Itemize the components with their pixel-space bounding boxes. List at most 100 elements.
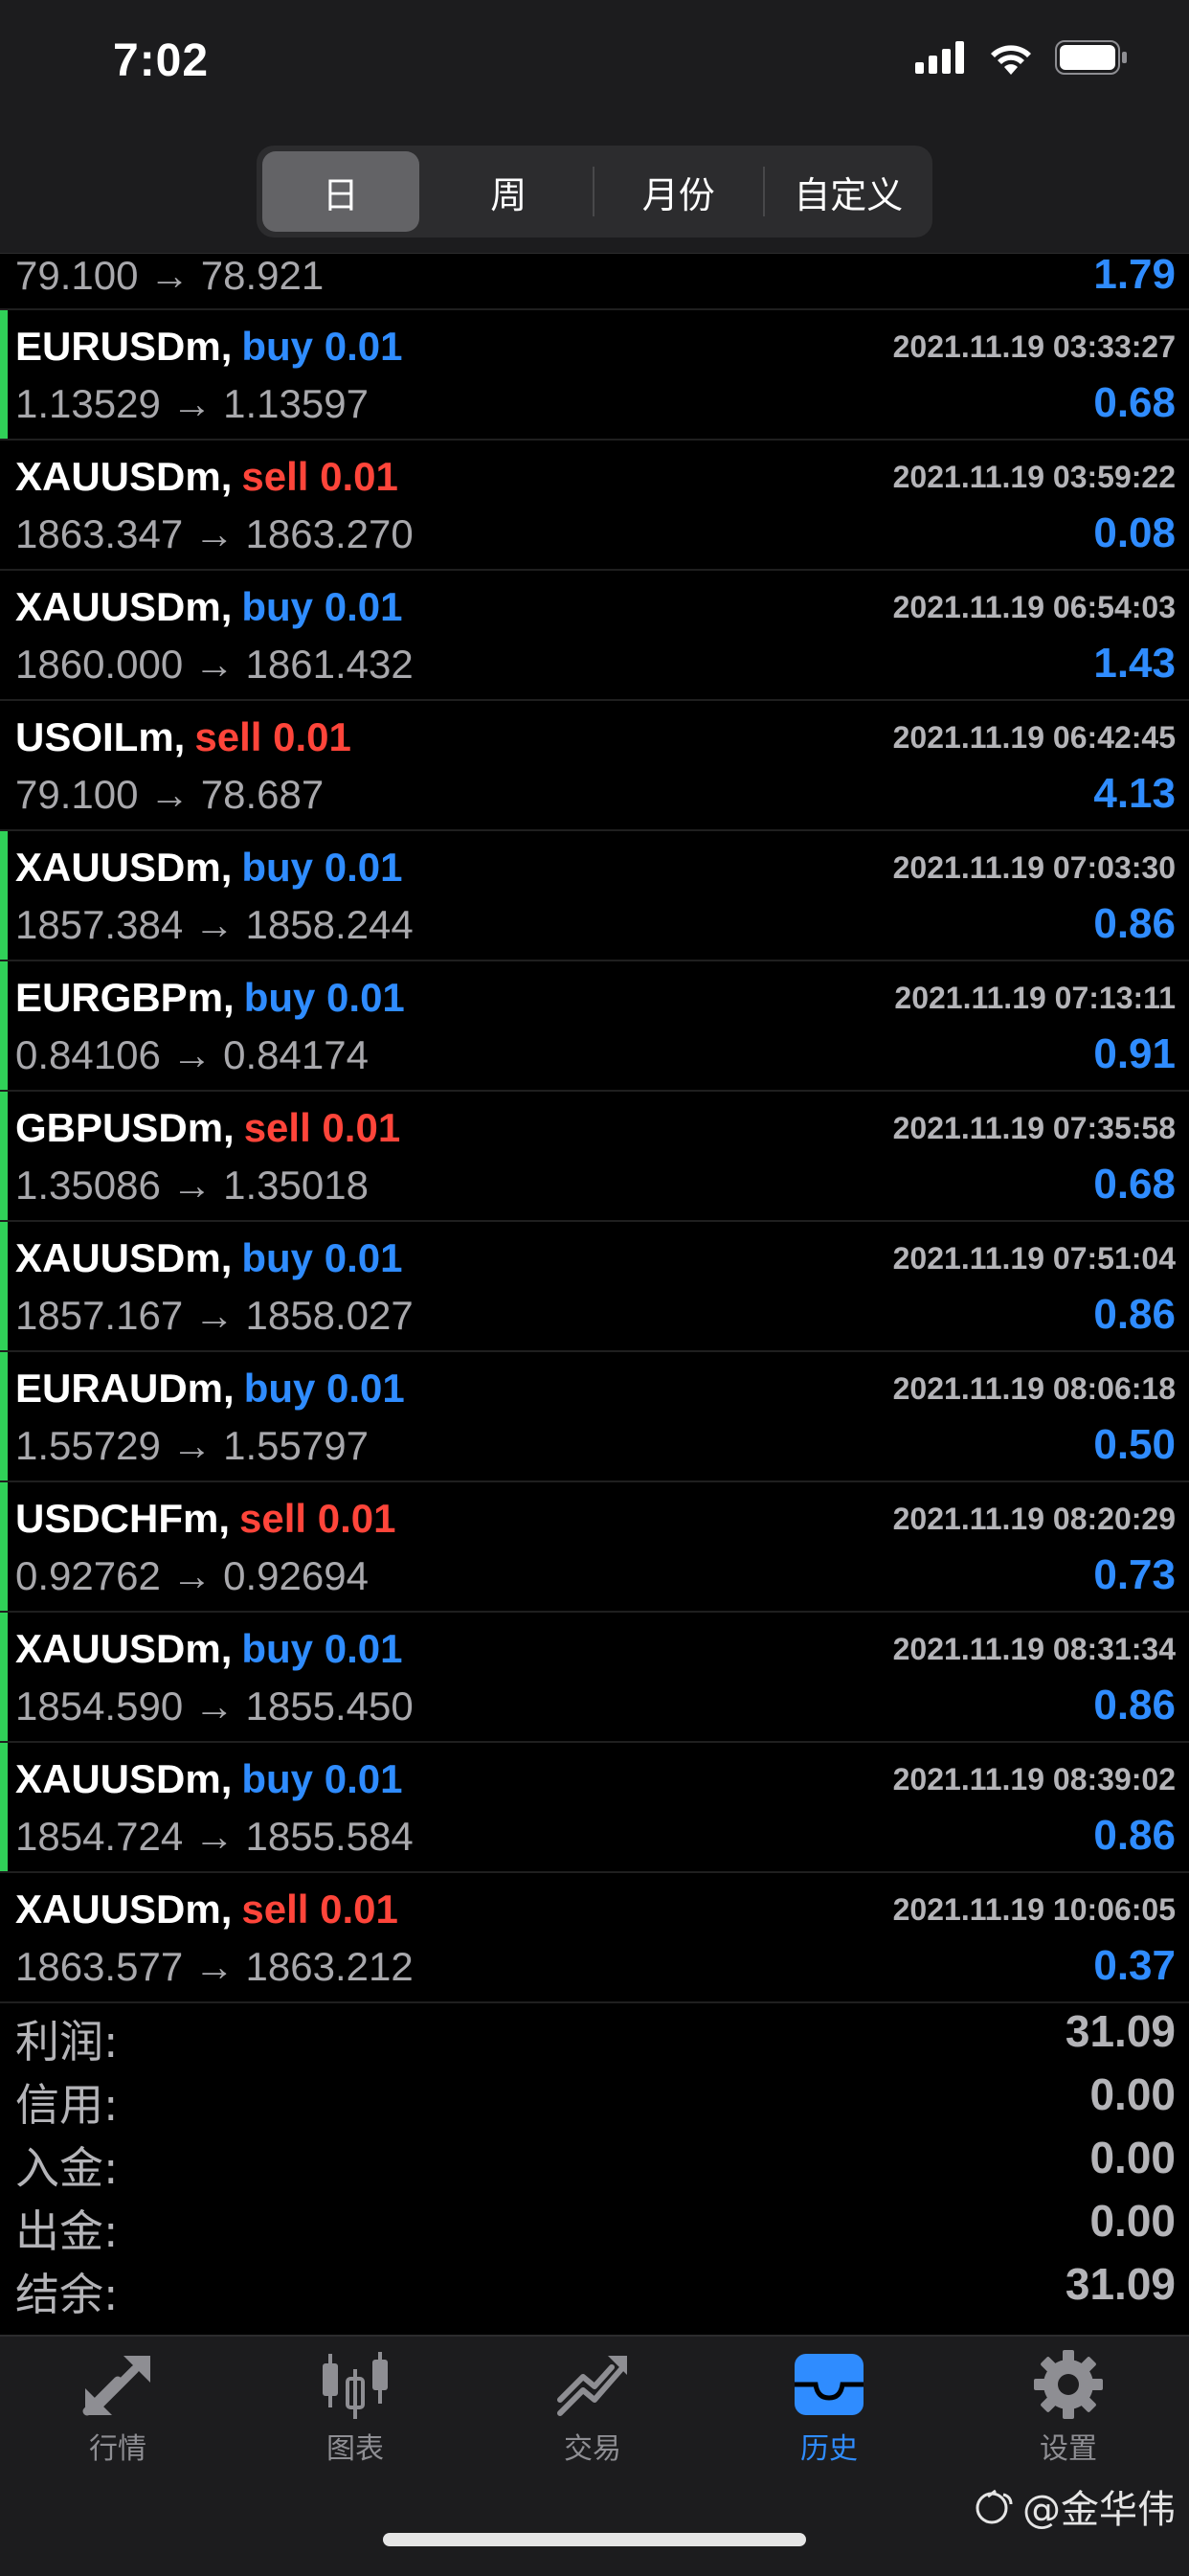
quotes-arrows-icon: [82, 2356, 150, 2416]
trade-row[interactable]: EURAUDm, buy 0.01 2021.11.19 08:06:18 1.…: [0, 1352, 1189, 1482]
trade-row[interactable]: EURGBPm, buy 0.01 2021.11.19 07:13:11 0.…: [0, 961, 1189, 1092]
trade-side: buy 0.01: [243, 1366, 405, 1411]
summary-balance-row: 结余: 31.09: [0, 2254, 1189, 2320]
trade-row-partial[interactable]: 79.100 → 78.921 1.79: [0, 251, 1189, 310]
trade-header: XAUUSDm, sell 0.01: [15, 454, 398, 500]
trade-header: XAUUSDm, buy 0.01: [15, 845, 402, 891]
trade-header: XAUUSDm, sell 0.01: [15, 1887, 398, 1932]
open-marker: [0, 1743, 8, 1871]
trade-header: XAUUSDm, buy 0.01: [15, 1626, 402, 1672]
trade-profit: 0.86: [1093, 1682, 1176, 1729]
trade-trend-icon: [557, 2356, 627, 2416]
tab-charts[interactable]: 图表: [279, 2350, 432, 2467]
trade-row[interactable]: USOILm, sell 0.01 2021.11.19 06:42:45 79…: [0, 701, 1189, 831]
trade-profit: 0.91: [1093, 1030, 1176, 1077]
status-bar: 7:02: [0, 0, 1189, 134]
tab-quotes[interactable]: 行情: [41, 2350, 194, 2467]
trade-prices: 1854.590 → 1855.450: [15, 1683, 414, 1729]
trade-profit: 0.86: [1093, 1291, 1176, 1338]
tab-trade[interactable]: 交易: [516, 2350, 669, 2467]
trade-profit: 1.43: [1093, 640, 1176, 687]
candlestick-chart-icon: [323, 2352, 388, 2419]
summary-withdrawal-row: 出金: 0.00: [0, 2191, 1189, 2257]
summary-value: 0.00: [1089, 2133, 1176, 2182]
trade-prices: 1863.577 → 1863.212: [15, 1944, 414, 1989]
trade-row[interactable]: XAUUSDm, sell 0.01 2021.11.19 03:59:22 1…: [0, 441, 1189, 571]
trade-profit: 0.08: [1093, 509, 1176, 556]
summary-value: 0.00: [1089, 2196, 1176, 2246]
trade-row[interactable]: XAUUSDm, buy 0.01 2021.11.19 06:54:03 18…: [0, 571, 1189, 701]
tab-custom[interactable]: 自定义: [771, 151, 928, 232]
trade-row[interactable]: USDCHFm, sell 0.01 2021.11.19 08:20:29 0…: [0, 1482, 1189, 1613]
trade-side: buy 0.01: [241, 584, 403, 629]
trade-symbol: XAUUSDm,: [15, 1626, 233, 1671]
trade-symbol: USOILm,: [15, 714, 186, 759]
trade-symbol: GBPUSDm,: [15, 1105, 235, 1150]
trade-header: EURUSDm, buy 0.01: [15, 324, 402, 370]
trade-profit: 0.68: [1093, 379, 1176, 426]
summary-label: 利润:: [15, 2016, 119, 2068]
trade-symbol: XAUUSDm,: [15, 1887, 233, 1932]
summary-deposit-row: 入金: 0.00: [0, 2128, 1189, 2194]
summary-label: 信用:: [15, 2079, 119, 2131]
trade-side: buy 0.01: [241, 324, 403, 369]
summary-label: 入金:: [15, 2142, 119, 2194]
trade-side: sell 0.01: [239, 1496, 396, 1541]
trade-prices: 1857.384 → 1858.244: [15, 902, 414, 947]
trade-time: 2021.11.19 03:59:22: [892, 460, 1176, 494]
trade-row[interactable]: EURUSDm, buy 0.01 2021.11.19 03:33:27 1.…: [0, 310, 1189, 441]
trade-row[interactable]: XAUUSDm, buy 0.01 2021.11.19 08:39:02 18…: [0, 1743, 1189, 1873]
status-time: 7:02: [113, 35, 210, 86]
gear-icon: [1034, 2350, 1103, 2419]
trade-profit: 0.37: [1093, 1942, 1176, 1989]
open-marker: [0, 1222, 8, 1350]
trade-header: EURGBPm, buy 0.01: [15, 975, 405, 1021]
trade-side: sell 0.01: [194, 714, 351, 759]
trade-row[interactable]: XAUUSDm, buy 0.01 2021.11.19 07:03:30 18…: [0, 831, 1189, 961]
trade-header: XAUUSDm, buy 0.01: [15, 1235, 402, 1281]
summary-section: 利润: 31.09 信用: 0.00 入金: 0.00 出金: 0.00 结余:…: [0, 2001, 1189, 2320]
trade-symbol: XAUUSDm,: [15, 1756, 233, 1801]
trade-prices: 1.55729 → 1.55797: [15, 1423, 369, 1468]
trade-time: 2021.11.19 07:35:58: [892, 1111, 1176, 1145]
tab-week[interactable]: 周: [431, 151, 588, 232]
weibo-logo-icon: [976, 2489, 1013, 2524]
summary-profit-row: 利润: 31.09: [0, 2001, 1189, 2068]
trade-symbol: USDCHFm,: [15, 1496, 231, 1541]
watermark: @金华伟: [975, 2478, 1176, 2534]
trade-profit: 0.73: [1093, 1551, 1176, 1598]
tab-month[interactable]: 月份: [600, 151, 757, 232]
trade-time: 2021.11.19 08:06:18: [892, 1371, 1176, 1406]
trade-row[interactable]: XAUUSDm, buy 0.01 2021.11.19 07:51:04 18…: [0, 1222, 1189, 1352]
trade-row[interactable]: GBPUSDm, sell 0.01 2021.11.19 07:35:58 1…: [0, 1092, 1189, 1222]
tab-label: 图表: [326, 2432, 384, 2466]
open-marker: [0, 1092, 8, 1220]
trade-time: 2021.11.19 07:51:04: [892, 1241, 1176, 1276]
open-marker: [0, 1482, 8, 1611]
trade-side: buy 0.01: [241, 845, 403, 890]
trade-row[interactable]: XAUUSDm, buy 0.01 2021.11.19 08:31:34 18…: [0, 1613, 1189, 1743]
trade-row[interactable]: XAUUSDm, sell 0.01 2021.11.19 10:06:05 1…: [0, 1873, 1189, 2003]
home-indicator: [383, 2533, 806, 2546]
trade-time: 2021.11.19 06:54:03: [892, 590, 1176, 624]
summary-label: 出金:: [15, 2205, 119, 2257]
trade-profit: 1.79: [1093, 251, 1176, 298]
trade-side: sell 0.01: [241, 454, 398, 499]
summary-value: 31.09: [1065, 2259, 1176, 2309]
trade-prices: 79.100 → 78.921: [15, 253, 325, 298]
tab-label: 交易: [564, 2432, 621, 2466]
trade-prices: 0.92762 → 0.92694: [15, 1553, 369, 1598]
trade-side: buy 0.01: [241, 1235, 403, 1280]
trade-prices: 1860.000 → 1861.432: [15, 642, 414, 687]
open-marker: [0, 961, 8, 1090]
trade-header: GBPUSDm, sell 0.01: [15, 1105, 400, 1151]
trade-header: XAUUSDm, buy 0.01: [15, 1756, 402, 1802]
tab-day[interactable]: 日: [262, 151, 419, 232]
trade-prices: 1854.724 → 1855.584: [15, 1814, 414, 1859]
trade-prices: 1857.167 → 1858.027: [15, 1293, 414, 1338]
tab-settings[interactable]: 设置: [992, 2350, 1145, 2467]
trade-profit: 0.86: [1093, 900, 1176, 947]
open-marker: [0, 1352, 8, 1480]
trade-profit: 0.68: [1093, 1161, 1176, 1208]
tab-history[interactable]: 历史: [752, 2350, 906, 2467]
